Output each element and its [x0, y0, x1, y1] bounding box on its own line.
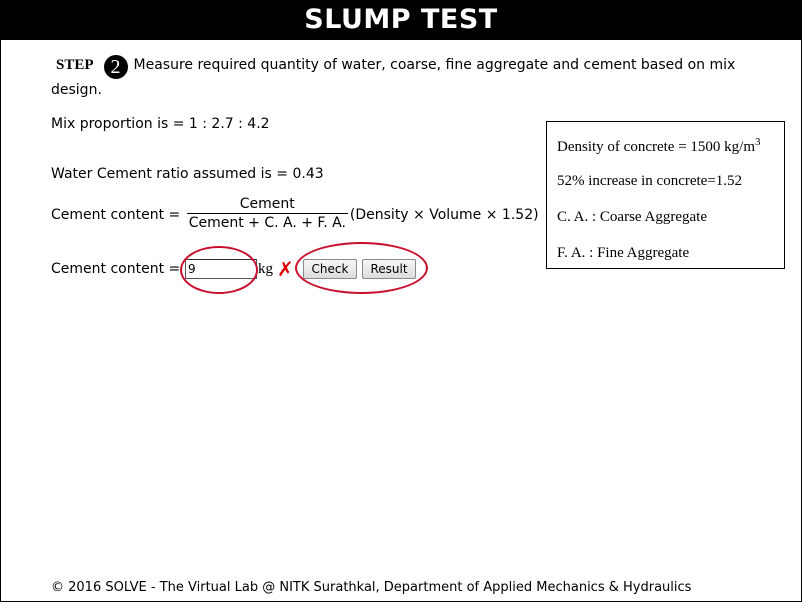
step-instruction: STEP 2 Measure required quantity of water,…: [51, 54, 751, 101]
cement-content-formula: Cement content = Cement Cement + C. A. +…: [51, 196, 539, 233]
formula-denominator: Cement + C. A. + F. A.: [188, 215, 346, 231]
fa-note: F. A. : Fine Aggregate: [557, 245, 690, 261]
cement-content-input[interactable]: [185, 259, 257, 279]
footer-text: © 2016 SOLVE - The Virtual Lab @ NITK Su…: [51, 580, 692, 595]
page-title: SLUMP TEST: [1, 0, 801, 40]
density-exponent: 3: [755, 136, 761, 148]
answer-label: Cement content =: [51, 261, 181, 277]
step-number-badge: 2: [103, 55, 128, 79]
density-text: Density of concrete = 1500 kg/m: [557, 139, 755, 155]
wc-ratio-text: Water Cement ratio assumed is = 0.43: [51, 166, 324, 182]
step-label: STEP: [56, 57, 94, 73]
result-button[interactable]: Result: [362, 259, 416, 279]
increase-note: 52% increase in concrete=1.52: [557, 173, 743, 189]
step-text: Measure required quantity of water, coar…: [51, 57, 736, 98]
formula-fraction: Cement Cement + C. A. + F. A.: [186, 196, 348, 233]
info-box: Density of concrete = 1500 kg/m3 52% inc…: [546, 121, 785, 269]
cross-icon: ✗: [277, 257, 294, 281]
mix-proportion-text: Mix proportion is = 1 : 2.7 : 4.2: [51, 116, 270, 132]
formula-numerator: Cement: [186, 196, 348, 214]
ca-note: C. A. : Coarse Aggregate: [557, 209, 707, 225]
unit-label: kg: [258, 261, 273, 277]
formula-rhs: (Density × Volume × 1.52): [349, 206, 539, 223]
check-button[interactable]: Check: [303, 259, 357, 279]
formula-lhs: Cement content =: [51, 206, 181, 223]
density-note: Density of concrete = 1500 kg/m3: [557, 136, 761, 156]
